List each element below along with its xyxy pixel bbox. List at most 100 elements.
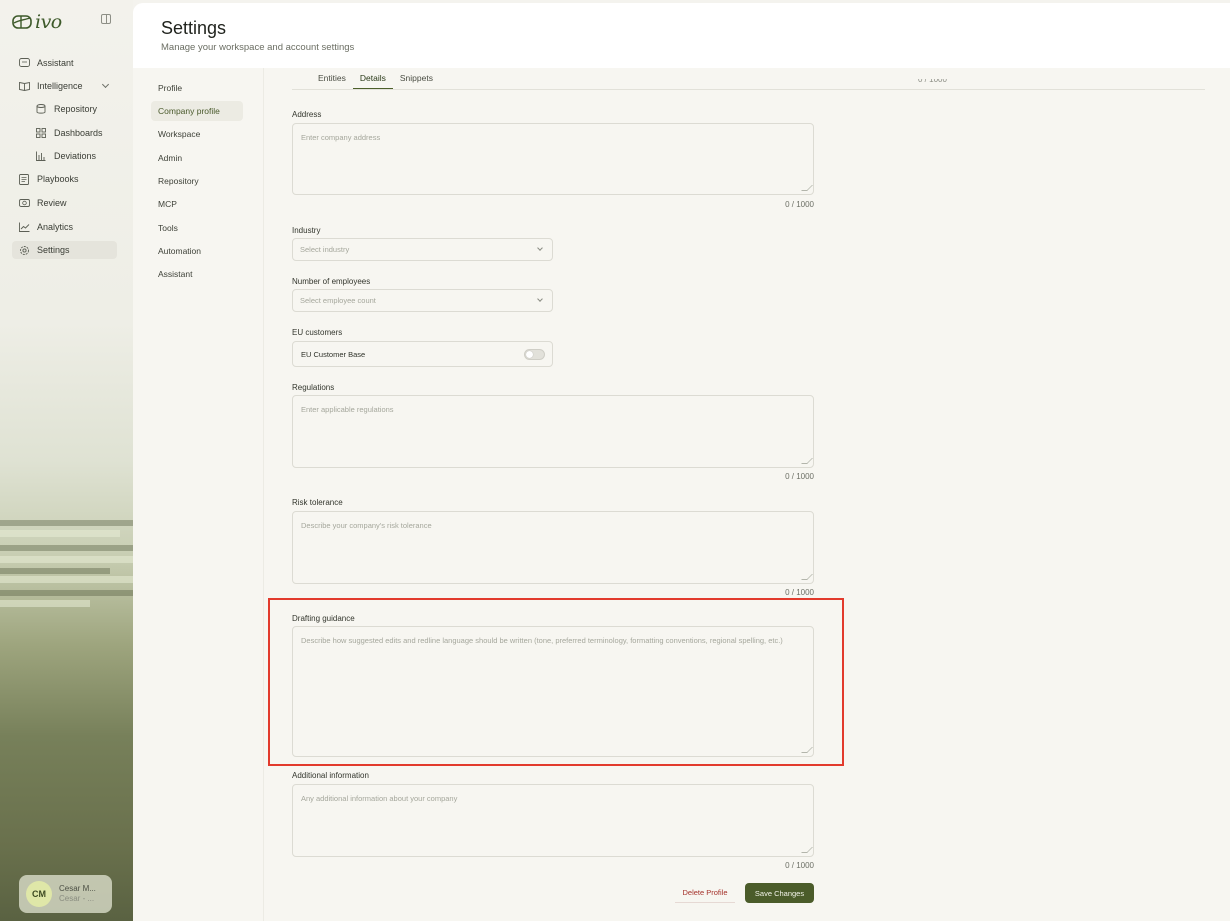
additional-info-field[interactable]: Any additional information about your co… bbox=[292, 784, 814, 857]
gear-icon bbox=[18, 244, 30, 256]
sidebar-item-label: Deviations bbox=[54, 151, 97, 161]
user-name: Cesar M... bbox=[59, 884, 96, 893]
ivo-logo[interactable]: ivo bbox=[12, 11, 62, 33]
settings-nav-workspace[interactable]: Workspace bbox=[151, 124, 243, 144]
background-texture bbox=[0, 600, 90, 607]
sidebar-item-repository[interactable]: Repository bbox=[30, 100, 117, 118]
employees-select[interactable]: Select employee count bbox=[292, 289, 553, 312]
settings-nav-tools[interactable]: Tools bbox=[151, 218, 243, 238]
settings-nav-automation[interactable]: Automation bbox=[151, 241, 243, 261]
company-profile-form: Entities Details Snippets 0 / 1000 Addre… bbox=[263, 68, 1230, 921]
employees-placeholder: Select employee count bbox=[300, 296, 376, 305]
logo-text: ivo bbox=[35, 11, 62, 33]
toggle-knob bbox=[526, 351, 533, 358]
sidebar-item-dashboards[interactable]: Dashboards bbox=[30, 124, 117, 142]
sidebar-item-review[interactable]: Review bbox=[12, 194, 117, 212]
address-counter: 0 / 1000 bbox=[785, 200, 814, 209]
eu-toggle-label: EU Customer Base bbox=[301, 349, 366, 359]
tab-snippets[interactable]: Snippets bbox=[393, 73, 440, 89]
sidebar-item-label: Intelligence bbox=[37, 81, 83, 91]
settings-nav-company-profile[interactable]: Company profile bbox=[151, 101, 243, 121]
resize-handle-icon[interactable] bbox=[801, 458, 813, 464]
page-subtitle: Manage your workspace and account settin… bbox=[161, 42, 355, 53]
character-counter: 0 / 1000 bbox=[918, 79, 947, 84]
sidebar-item-intelligence[interactable]: Intelligence bbox=[12, 77, 117, 95]
background-texture bbox=[0, 556, 133, 563]
tab-bar: Entities Details Snippets bbox=[311, 73, 440, 89]
logo-icon bbox=[12, 15, 32, 29]
regulations-label: Regulations bbox=[292, 383, 335, 392]
page-header: Settings Manage your workspace and accou… bbox=[133, 3, 1230, 68]
highlight-box bbox=[268, 598, 844, 766]
sidebar: ivo Assistant Intelligence Repository Da… bbox=[0, 0, 133, 921]
additional-info-counter: 0 / 1000 bbox=[785, 861, 814, 870]
sidebar-collapse-icon[interactable] bbox=[101, 14, 111, 24]
tab-details[interactable]: Details bbox=[352, 73, 393, 89]
risk-tolerance-counter: 0 / 1000 bbox=[785, 588, 814, 597]
page-title: Settings bbox=[161, 18, 227, 38]
database-icon bbox=[35, 103, 47, 115]
sidebar-item-deviations[interactable]: Deviations bbox=[30, 147, 117, 165]
settings-nav-assistant[interactable]: Assistant bbox=[151, 264, 243, 284]
tab-entities[interactable]: Entities bbox=[311, 73, 353, 89]
sidebar-item-settings[interactable]: Settings bbox=[12, 241, 117, 259]
avatar: CM bbox=[26, 881, 52, 907]
address-label: Address bbox=[292, 110, 322, 119]
industry-select[interactable]: Select industry bbox=[292, 238, 553, 261]
sidebar-item-label: Settings bbox=[37, 245, 70, 255]
risk-tolerance-label: Risk tolerance bbox=[292, 498, 343, 507]
employees-label: Number of employees bbox=[292, 277, 371, 286]
sidebar-item-label: Review bbox=[37, 198, 67, 208]
background-texture bbox=[0, 576, 133, 583]
save-changes-button[interactable]: Save Changes bbox=[745, 883, 814, 903]
document-icon bbox=[18, 173, 30, 185]
address-field[interactable]: Enter company address bbox=[292, 123, 814, 195]
risk-tolerance-field[interactable]: Describe your company's risk tolerance bbox=[292, 511, 814, 584]
book-icon bbox=[18, 80, 30, 92]
sidebar-item-label: Repository bbox=[54, 104, 98, 114]
sidebar-item-playbooks[interactable]: Playbooks bbox=[12, 170, 117, 188]
delete-profile-button[interactable]: Delete Profile bbox=[675, 883, 735, 903]
resize-handle-icon[interactable] bbox=[801, 574, 813, 580]
divider bbox=[292, 89, 1205, 90]
background-texture bbox=[0, 530, 120, 537]
sidebar-item-label: Dashboards bbox=[54, 128, 103, 138]
background-texture bbox=[0, 520, 133, 526]
sidebar-item-label: Assistant bbox=[37, 58, 74, 68]
chat-icon bbox=[18, 57, 30, 69]
chevron-down-icon bbox=[537, 296, 543, 302]
review-icon bbox=[18, 197, 30, 209]
eu-customer-base-toggle[interactable] bbox=[524, 349, 545, 360]
additional-info-placeholder: Any additional information about your co… bbox=[301, 794, 458, 803]
regulations-counter: 0 / 1000 bbox=[785, 472, 814, 481]
grid-icon bbox=[35, 127, 47, 139]
user-menu[interactable]: CM Cesar M... Cesar - ... bbox=[19, 875, 112, 913]
chevron-down-icon bbox=[537, 245, 543, 251]
settings-nav-repository[interactable]: Repository bbox=[151, 171, 243, 191]
background-texture bbox=[0, 590, 133, 596]
risk-tolerance-placeholder: Describe your company's risk tolerance bbox=[301, 521, 432, 530]
settings-nav-mcp[interactable]: MCP bbox=[151, 194, 243, 214]
chevron-down-icon[interactable] bbox=[101, 80, 110, 89]
additional-info-label: Additional information bbox=[292, 771, 369, 780]
settings-nav-profile[interactable]: Profile bbox=[151, 78, 243, 98]
sidebar-item-label: Playbooks bbox=[37, 174, 79, 184]
sidebar-item-label: Analytics bbox=[37, 222, 74, 232]
settings-nav-admin[interactable]: Admin bbox=[151, 148, 243, 168]
background-texture bbox=[0, 568, 110, 574]
user-workspace: Cesar - ... bbox=[59, 894, 95, 903]
regulations-field[interactable]: Enter applicable regulations bbox=[292, 395, 814, 468]
main-panel: Settings Manage your workspace and accou… bbox=[133, 3, 1230, 921]
resize-handle-icon[interactable] bbox=[801, 847, 813, 853]
resize-handle-icon[interactable] bbox=[801, 185, 813, 191]
regulations-placeholder: Enter applicable regulations bbox=[301, 405, 394, 414]
address-placeholder: Enter company address bbox=[301, 133, 381, 142]
bar-chart-icon bbox=[35, 150, 47, 162]
sidebar-item-analytics[interactable]: Analytics bbox=[12, 218, 117, 236]
line-chart-icon bbox=[18, 221, 30, 233]
sidebar-item-assistant[interactable]: Assistant bbox=[12, 54, 117, 72]
eu-customer-base-row: EU Customer Base bbox=[292, 341, 553, 367]
industry-placeholder: Select industry bbox=[300, 245, 350, 254]
background-texture bbox=[0, 545, 133, 551]
industry-label: Industry bbox=[292, 226, 321, 235]
